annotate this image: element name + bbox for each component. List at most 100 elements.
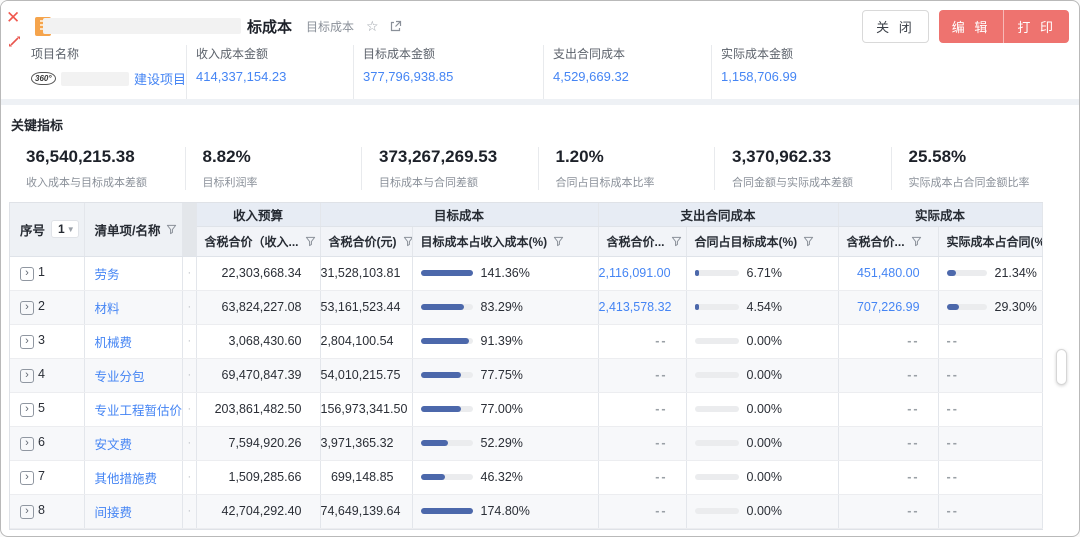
percent-value: 0.00% <box>747 470 782 484</box>
income-amount-cell: 1,509,285.66 <box>196 460 320 494</box>
income-amount-cell: 63,824,227.08 <box>196 290 320 324</box>
amount-link[interactable]: 2,116,091.00 <box>599 266 671 280</box>
actual-pct-cell: -- <box>938 358 1042 392</box>
row-expand-icon[interactable]: › <box>20 301 34 315</box>
metric-value[interactable]: 377,796,938.85 <box>363 69 543 84</box>
filter-icon[interactable] <box>553 236 564 247</box>
seq-cell: ›2 <box>10 290 84 324</box>
item-name-link[interactable]: 机械费 <box>95 336 133 350</box>
percent-value: 141.36% <box>481 266 530 280</box>
metric-value[interactable]: 4,529,669.32 <box>553 69 711 84</box>
metric-label: 目标成本金额 <box>363 45 543 62</box>
favorite-star-icon[interactable]: ☆ <box>366 18 379 35</box>
group-header-income: 收入预算 <box>196 203 320 226</box>
actual-amount-cell: -- <box>838 358 938 392</box>
empty-value-dash: -- <box>655 436 667 450</box>
seq-cell: ›3 <box>10 324 84 358</box>
subheader-contract-pct: 合同占目标成本(%) <box>686 226 838 256</box>
project-360-icon[interactable]: 360° <box>31 72 56 85</box>
summary-metric: 目标成本金额 377,796,938.85 <box>353 45 543 99</box>
row-expand-icon[interactable]: › <box>20 437 34 451</box>
item-name-link[interactable]: 专业分包 <box>95 370 145 384</box>
amount-link[interactable]: 707,226.99 <box>857 300 920 314</box>
summary-metric: 收入成本金额 414,337,154.23 <box>186 45 353 99</box>
filter-icon[interactable] <box>671 236 682 247</box>
name-column-header: 清单项/名称 <box>84 203 182 256</box>
target-pct-cell: 141.36% <box>412 256 598 290</box>
project-label: 项目名称 <box>31 45 186 62</box>
table-row: ›2材料·63,824,227.0853,161,523.4483.29%2,4… <box>10 290 1042 324</box>
actual-amount-cell: -- <box>838 392 938 426</box>
subheader-target-amount: 含税合价(元) <box>320 226 412 256</box>
actual-pct-cell: -- <box>938 392 1042 426</box>
filter-icon[interactable] <box>803 236 814 247</box>
edit-button[interactable]: 编 辑 <box>939 10 1004 43</box>
item-name-link[interactable]: 劳务 <box>95 268 120 282</box>
name-cell: 间接费 <box>84 494 182 528</box>
contract-pct-cell: 0.00% <box>686 494 838 528</box>
collapsed-column-cell: · <box>182 494 196 528</box>
table-row: ›8间接费·42,704,292.4074,649,139.64174.80%-… <box>10 494 1042 528</box>
item-name-link[interactable]: 材料 <box>95 302 120 316</box>
seq-level-dropdown[interactable]: 1▼ <box>51 220 79 238</box>
project-name-link[interactable]: 建设项目 <box>134 69 186 88</box>
income-amount-cell: 7,594,920.26 <box>196 426 320 460</box>
income-amount-cell: 22,303,668.34 <box>196 256 320 290</box>
vertical-scrollbar-thumb[interactable] <box>1056 349 1067 385</box>
percent-value: 4.54% <box>747 300 782 314</box>
contract-pct-cell: 0.00% <box>686 324 838 358</box>
row-expand-icon[interactable]: › <box>20 471 34 485</box>
target-pct-cell: 77.75% <box>412 358 598 392</box>
progress-bar <box>695 270 739 276</box>
filter-icon[interactable] <box>911 236 922 247</box>
close-button[interactable]: 关 闭 <box>862 10 929 43</box>
table-row: ›3机械费·3,068,430.602,804,100.5491.39%--0.… <box>10 324 1042 358</box>
actual-pct-cell: 29.30% <box>938 290 1042 324</box>
row-expand-icon[interactable]: › <box>20 403 34 417</box>
item-name-link[interactable]: 其他措施费 <box>95 472 158 486</box>
kpi-section: 关键指标 36,540,215.38收入成本与目标成本差额8.82%目标利润率3… <box>1 105 1079 195</box>
target-amount-cell: 2,804,100.54 <box>320 324 412 358</box>
percent-value: 0.00% <box>747 436 782 450</box>
row-expand-icon[interactable]: › <box>20 267 34 281</box>
filter-icon[interactable] <box>403 236 413 247</box>
row-expand-icon[interactable]: › <box>20 505 34 519</box>
filter-icon[interactable] <box>305 236 316 247</box>
name-cell: 安文费 <box>84 426 182 460</box>
amount-link[interactable]: 451,480.00 <box>857 266 920 280</box>
project-block: 项目名称 360° 建设项目 <box>31 45 186 99</box>
actual-pct-cell: -- <box>938 426 1042 460</box>
external-link-icon[interactable] <box>389 20 402 33</box>
group-header-target: 目标成本 <box>320 203 598 226</box>
edit-print-button-group: 编 辑 打 印 <box>939 10 1069 43</box>
target-amount-cell: 156,973,341.50 <box>320 392 412 426</box>
amount-link[interactable]: 2,413,578.32 <box>599 300 672 314</box>
kpi-item: 25.58%实际成本占合同金额比率 <box>891 147 1068 190</box>
empty-value-dash: -- <box>655 368 667 382</box>
kpi-label: 合同金额与实际成本差额 <box>732 174 891 190</box>
redacted-project-name <box>61 72 129 86</box>
target-pct-cell: 77.00% <box>412 392 598 426</box>
item-name-link[interactable]: 专业工程暂估价 <box>95 404 183 418</box>
row-expand-icon[interactable]: › <box>20 369 34 383</box>
target-pct-cell: 46.32% <box>412 460 598 494</box>
metric-value[interactable]: 414,337,154.23 <box>196 69 353 84</box>
filter-icon[interactable] <box>166 224 177 235</box>
expand-diagonal-icon[interactable] <box>8 35 21 53</box>
actual-amount-cell: 451,480.00 <box>838 256 938 290</box>
print-button[interactable]: 打 印 <box>1003 10 1069 43</box>
subheader-target-pct: 目标成本占收入成本(%) <box>412 226 598 256</box>
close-icon[interactable]: ✕ <box>6 9 20 26</box>
item-name-link[interactable]: 安文费 <box>95 438 133 452</box>
kpi-value: 25.58% <box>909 147 1068 167</box>
kpi-value: 8.82% <box>203 147 362 167</box>
item-name-link[interactable]: 间接费 <box>95 506 133 520</box>
seq-cell: ›6 <box>10 426 84 460</box>
seq-cell: ›1 <box>10 256 84 290</box>
metric-value[interactable]: 1,158,706.99 <box>721 69 1079 84</box>
empty-value-dash: -- <box>655 504 667 518</box>
row-expand-icon[interactable]: › <box>20 335 34 349</box>
target-amount-cell: 74,649,139.64 <box>320 494 412 528</box>
collapsed-column-cell: · <box>182 358 196 392</box>
kpi-label: 目标利润率 <box>203 174 362 190</box>
